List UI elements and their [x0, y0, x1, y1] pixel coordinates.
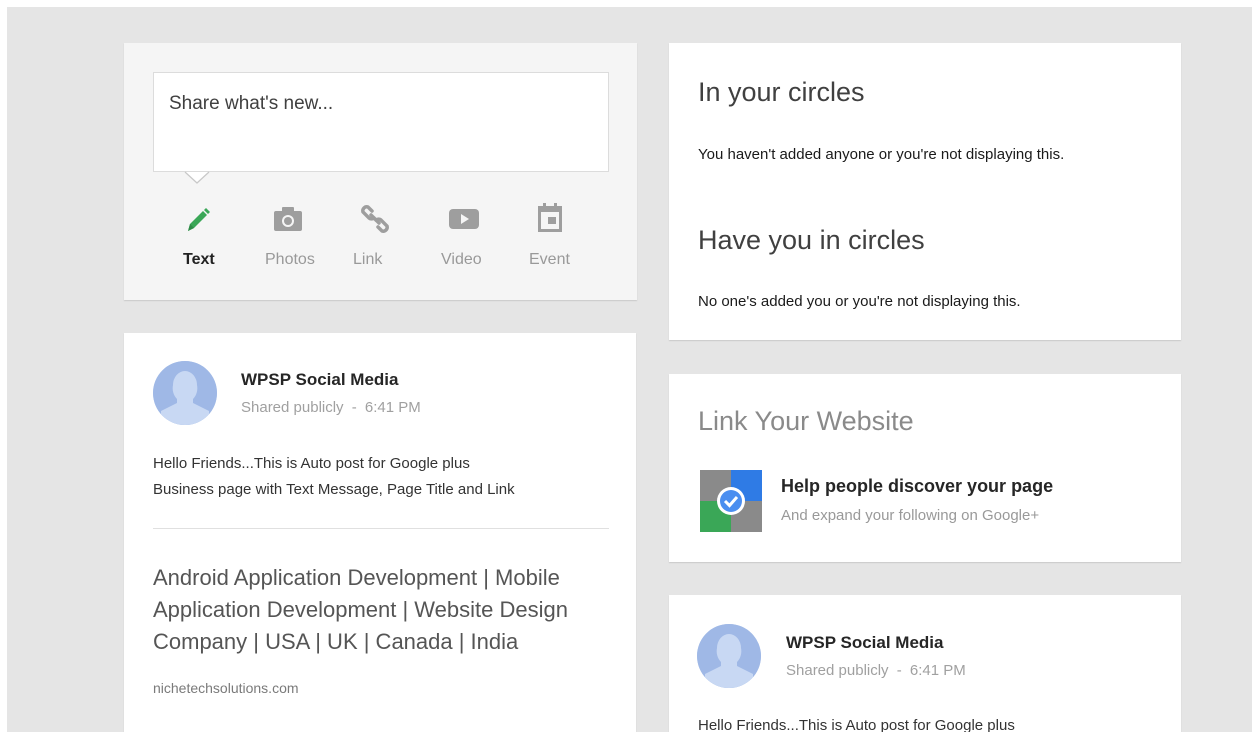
default-avatar-icon: [697, 624, 761, 688]
stream-background: Share what's new... Text Photos Link Vid…: [7, 7, 1252, 732]
share-photos-label: Photos: [265, 251, 315, 268]
post-text-line: Business page with Text Message, Page Ti…: [153, 481, 515, 498]
post-card: WPSP Social Media Shared publicly - 6:41…: [124, 333, 636, 732]
post-text-line: Hello Friends...This is Auto post for Go…: [698, 717, 1015, 732]
have-you-in-circles-text: No one's added you or you're not display…: [698, 293, 1021, 310]
link-website-heading: Help people discover your page: [781, 476, 1054, 496]
default-avatar-icon: [153, 361, 217, 425]
post-visibility: Shared publicly: [241, 399, 344, 416]
have-you-in-circles-title: Have you in circles: [698, 225, 925, 255]
post-meta-separator: -: [351, 399, 357, 416]
post-text: Hello Friends...This is Auto post for Go…: [698, 713, 1015, 732]
share-input[interactable]: Share what's new...: [153, 72, 609, 172]
post-author[interactable]: WPSP Social Media: [786, 633, 943, 653]
share-text-label: Text: [183, 251, 215, 268]
circles-card: In your circles You haven't added anyone…: [669, 43, 1181, 340]
link-website-subtitle: And expand your following on Google+: [781, 507, 1040, 524]
share-video-label: Video: [441, 251, 482, 268]
post-author[interactable]: WPSP Social Media: [241, 370, 398, 390]
post-time[interactable]: 6:41 PM: [910, 662, 966, 679]
link-website-card[interactable]: Link Your Website Help people discover y…: [669, 374, 1181, 562]
post-text: Hello Friends...This is Auto post for Go…: [153, 451, 515, 503]
share-event-button[interactable]: Event: [515, 201, 603, 269]
calendar-icon: [515, 201, 603, 237]
share-text-button[interactable]: Text: [163, 201, 251, 269]
avatar[interactable]: [153, 361, 217, 425]
post-meta-separator: -: [896, 662, 902, 679]
share-box: Share what's new... Text Photos Link Vid…: [124, 43, 637, 300]
link-website-title: Link Your Website: [698, 406, 914, 436]
post-divider: [153, 528, 609, 529]
pencil-icon: [163, 201, 251, 237]
in-your-circles-title: In your circles: [698, 77, 865, 107]
post-text-line: Hello Friends...This is Auto post for Go…: [153, 455, 470, 472]
post-time[interactable]: 6:41 PM: [365, 399, 421, 416]
link-preview-domain[interactable]: nichetechsolutions.com: [153, 680, 299, 696]
avatar[interactable]: [697, 624, 761, 688]
post-card: WPSP Social Media Shared publicly - 6:41…: [669, 595, 1181, 732]
share-video-button[interactable]: Video: [427, 201, 515, 269]
share-link-button[interactable]: Link: [339, 201, 427, 269]
in-your-circles-text: You haven't added anyone or you're not d…: [698, 146, 1065, 163]
share-event-label: Event: [529, 251, 570, 268]
post-visibility: Shared publicly: [786, 662, 889, 679]
camera-icon: [251, 201, 339, 237]
post-meta: Shared publicly - 6:41 PM: [786, 662, 966, 679]
link-preview-title[interactable]: Android Application Development | Mobile…: [153, 562, 603, 658]
verified-site-icon: [700, 470, 762, 532]
post-meta: Shared publicly - 6:41 PM: [241, 399, 421, 416]
link-icon: [339, 201, 427, 237]
share-link-label: Link: [353, 251, 383, 268]
share-input-caret: [184, 171, 210, 184]
share-actions: Text Photos Link Video Event: [163, 201, 603, 269]
play-icon: [427, 201, 515, 237]
share-photos-button[interactable]: Photos: [251, 201, 339, 269]
